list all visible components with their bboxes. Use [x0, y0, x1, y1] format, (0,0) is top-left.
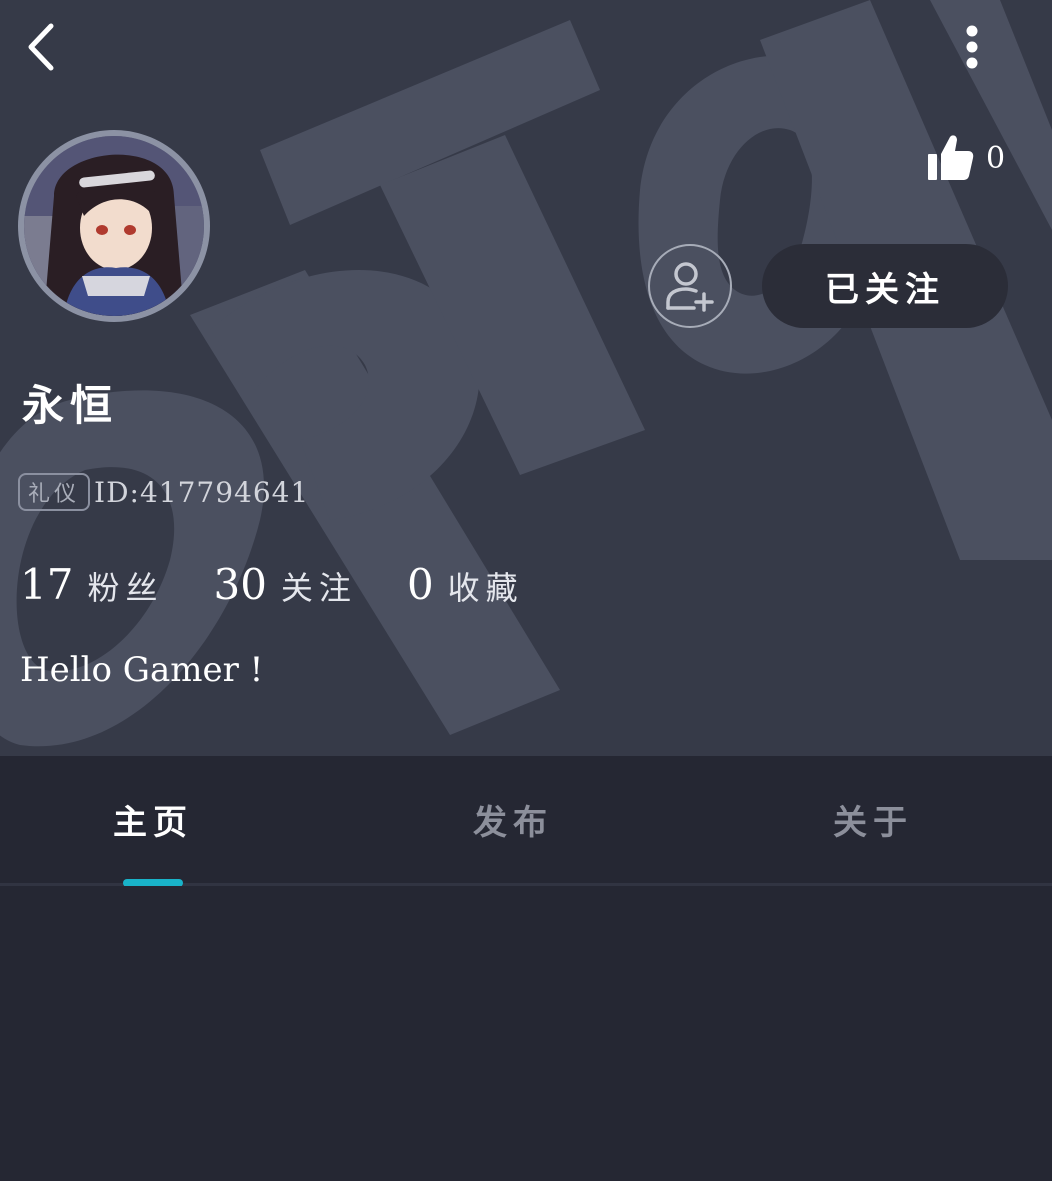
add-user-icon: [666, 262, 714, 312]
stat-value: 30: [213, 560, 267, 609]
more-vertical-icon: [966, 25, 978, 69]
stat-value: 0: [406, 560, 434, 609]
add-friend-button[interactable]: [648, 244, 732, 328]
stat-favorites[interactable]: 0 收藏: [407, 560, 524, 609]
stat-label: 关注: [280, 569, 357, 607]
background-watermark: [0, 0, 1052, 747]
tag-badge: 礼仪: [18, 473, 91, 511]
stat-value: 17: [20, 560, 74, 609]
tab-about[interactable]: 关于: [753, 756, 993, 883]
tab-posts[interactable]: 发布: [393, 756, 633, 883]
profile-header: 0 已关注 永恒 礼仪 ID:417794641 17 粉丝 30 关注 0 收…: [0, 0, 1052, 756]
stat-following[interactable]: 30 关注: [213, 560, 356, 609]
more-options-button[interactable]: [946, 18, 998, 76]
tab-home[interactable]: 主页: [33, 756, 273, 883]
avatar-image: [24, 136, 204, 316]
like-count: 0: [986, 140, 1006, 176]
back-button[interactable]: [16, 18, 64, 76]
stat-followers[interactable]: 17 粉丝: [20, 560, 163, 609]
stat-label: 收藏: [447, 569, 524, 607]
bio: Hello Gamer !: [20, 650, 264, 690]
back-arrow-icon: [28, 23, 54, 71]
username: 永恒: [22, 381, 119, 430]
tab-bar: 主页 发布 关于: [0, 756, 1052, 887]
stat-label: 粉丝: [87, 569, 164, 607]
like-button[interactable]: 0: [926, 130, 1005, 186]
id-row: 礼仪 ID:417794641: [18, 472, 309, 512]
stats-row: 17 粉丝 30 关注 0 收藏: [20, 560, 574, 616]
content-area: [0, 886, 1052, 1181]
follow-button[interactable]: 已关注: [762, 244, 1008, 328]
user-id: ID:417794641: [94, 475, 310, 509]
thumbs-up-icon: [928, 135, 974, 180]
avatar[interactable]: [18, 130, 210, 322]
